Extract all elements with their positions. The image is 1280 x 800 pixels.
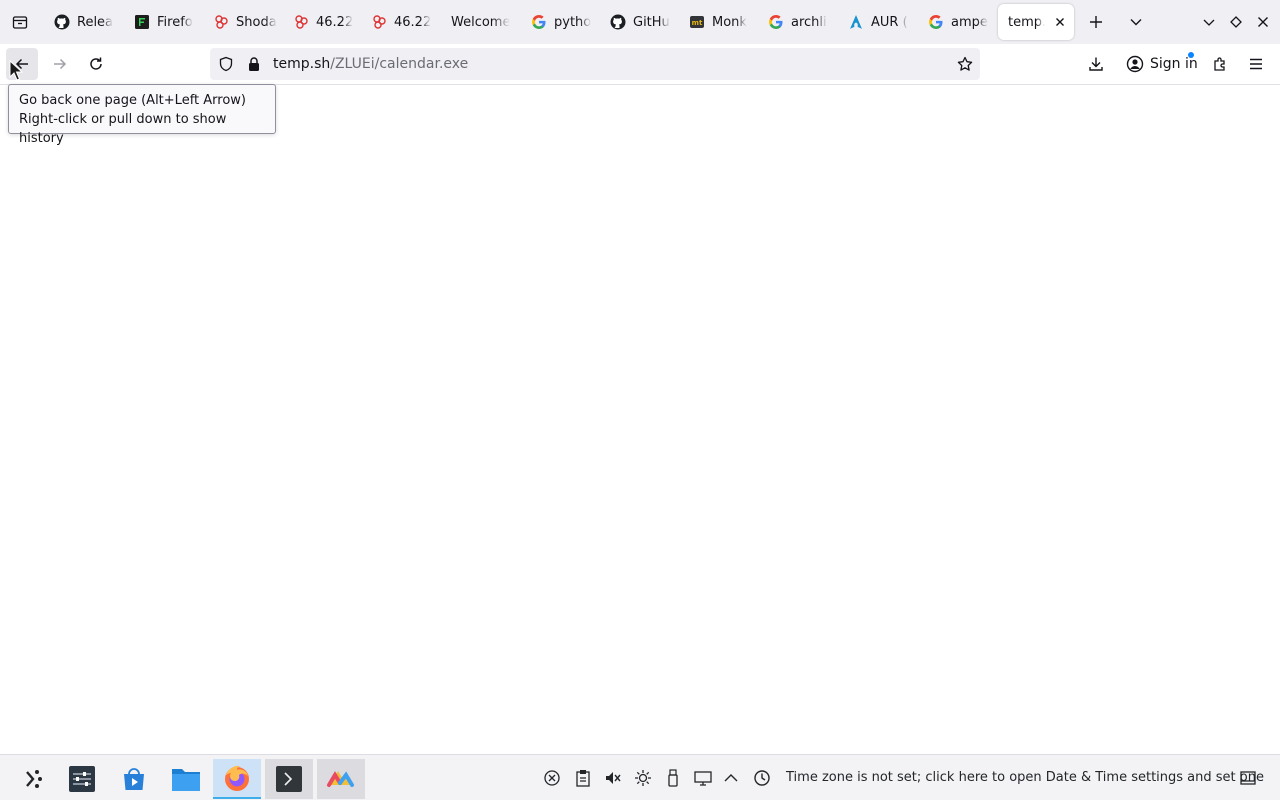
tab-aur[interactable]: AUR ( [838, 4, 912, 40]
tab-releases[interactable]: Relea [44, 4, 118, 40]
tab-firefox[interactable]: Firefo [124, 4, 196, 40]
puzzle-icon [1214, 57, 1225, 71]
application-launcher-icon[interactable] [8, 759, 56, 799]
tracking-protection-shield-icon[interactable] [218, 56, 234, 76]
tab-label: 46.22 [316, 14, 354, 30]
app-menu-button[interactable] [1240, 48, 1272, 80]
tab-ip-2[interactable]: 46.22 [361, 4, 435, 40]
extensions-button[interactable] [1204, 48, 1236, 80]
reload-icon [90, 57, 102, 70]
url-host: temp.sh [273, 56, 331, 72]
display-icon[interactable] [693, 768, 713, 788]
firefox-icon[interactable] [213, 759, 261, 799]
notification-dot [1188, 52, 1194, 58]
close-window-icon[interactable] [1251, 10, 1275, 34]
account-icon [1126, 55, 1144, 73]
download-icon [1089, 57, 1103, 71]
tab-python[interactable]: pytho [521, 4, 595, 40]
discover-store-icon[interactable] [110, 759, 158, 799]
tooltip-line-2: Right-click or pull down to show history [19, 112, 227, 146]
tab-github[interactable]: GitHu [600, 4, 674, 40]
bookmark-star-icon[interactable] [957, 56, 973, 76]
page-content [0, 85, 1280, 754]
tab-ampe[interactable]: ampe [918, 4, 992, 40]
tab-strip: Relea Firefo Shoda 46.22 46.22 Welcome p… [0, 0, 1280, 44]
clipboard-icon[interactable] [573, 768, 593, 788]
tab-monkeytype[interactable]: mt Monk [679, 4, 753, 40]
maximize-window-icon[interactable] [1224, 10, 1248, 34]
clock-time-zone-message[interactable]: Time zone is not set; click here to open… [786, 770, 1264, 786]
tab-label: Relea [77, 14, 114, 30]
tooltip-line-1: Go back one page (Alt+Left Arrow) [19, 93, 246, 108]
file-manager-icon[interactable] [162, 759, 210, 799]
volume-muted-icon[interactable] [603, 768, 623, 788]
network-icon[interactable] [542, 768, 562, 788]
shodan-icon [213, 14, 229, 30]
tab-label: GitHu [633, 14, 670, 30]
terminal-icon[interactable] [265, 759, 313, 799]
forward-button[interactable] [44, 48, 76, 80]
tab-label: pytho [554, 14, 592, 30]
url-text[interactable]: temp.sh/ZLUEi/calendar.exe [273, 56, 468, 72]
downloads-button[interactable] [1080, 48, 1112, 80]
google-icon [768, 14, 784, 30]
tab-ip-1[interactable]: 46.22 [283, 4, 357, 40]
forward-arrow-icon [54, 58, 67, 70]
lock-icon[interactable] [246, 56, 262, 76]
shodan-icon [293, 14, 309, 30]
mouse-cursor-icon [9, 60, 23, 81]
terminal-green-icon [134, 14, 150, 30]
minimize-window-icon[interactable] [1197, 10, 1221, 34]
tab-label: AUR ( [871, 14, 908, 30]
tab-label: Welcome [451, 14, 511, 30]
navigation-toolbar: temp.sh/ZLUEi/calendar.exe Sign in [0, 44, 1280, 85]
close-tab-icon[interactable] [1052, 14, 1068, 30]
new-tab-icon[interactable] [1084, 10, 1108, 34]
github-icon [54, 14, 70, 30]
chevron-down-icon[interactable] [1124, 10, 1148, 34]
google-icon [531, 14, 547, 30]
sign-in-label: Sign in [1150, 56, 1198, 72]
svg-text:mt: mt [692, 19, 703, 27]
show-desktop-icon[interactable] [1238, 768, 1258, 788]
system-settings-icon[interactable] [58, 759, 106, 799]
tab-shodan[interactable]: Shoda [203, 4, 277, 40]
back-button-tooltip: Go back one page (Alt+Left Arrow) Right-… [8, 84, 276, 146]
url-path: /ZLUEi/calendar.exe [330, 56, 469, 72]
tab-temp-sh[interactable]: temp.s [998, 4, 1074, 40]
tab-label: Shoda [236, 14, 277, 30]
tab-label: 46.22 [394, 14, 432, 30]
brightness-icon[interactable] [633, 768, 653, 788]
clock-icon[interactable] [752, 768, 772, 788]
reload-button[interactable] [80, 48, 112, 80]
shodan-icon [371, 14, 387, 30]
tab-label: Firefo [157, 14, 193, 30]
arch-icon [848, 14, 864, 30]
github-icon [610, 14, 626, 30]
tab-label: Monk [712, 14, 747, 30]
list-all-tabs-icon[interactable] [8, 10, 32, 34]
tab-label: archli [791, 14, 827, 30]
app-icon[interactable] [317, 759, 365, 799]
taskbar: Time zone is not set; click here to open… [0, 754, 1280, 800]
tab-archlinux-search[interactable]: archli [758, 4, 832, 40]
sign-in-button[interactable]: Sign in [1118, 49, 1206, 79]
google-icon [928, 14, 944, 30]
tab-label: temp.s [1008, 14, 1045, 30]
address-bar[interactable]: temp.sh/ZLUEi/calendar.exe [210, 48, 980, 80]
tab-label: ampe [951, 14, 988, 30]
monkeytype-icon: mt [689, 14, 705, 30]
hamburger-menu-icon [1250, 58, 1262, 70]
usb-icon[interactable] [663, 768, 683, 788]
tab-welcome[interactable]: Welcome [441, 4, 517, 40]
expand-tray-icon[interactable] [721, 768, 741, 788]
